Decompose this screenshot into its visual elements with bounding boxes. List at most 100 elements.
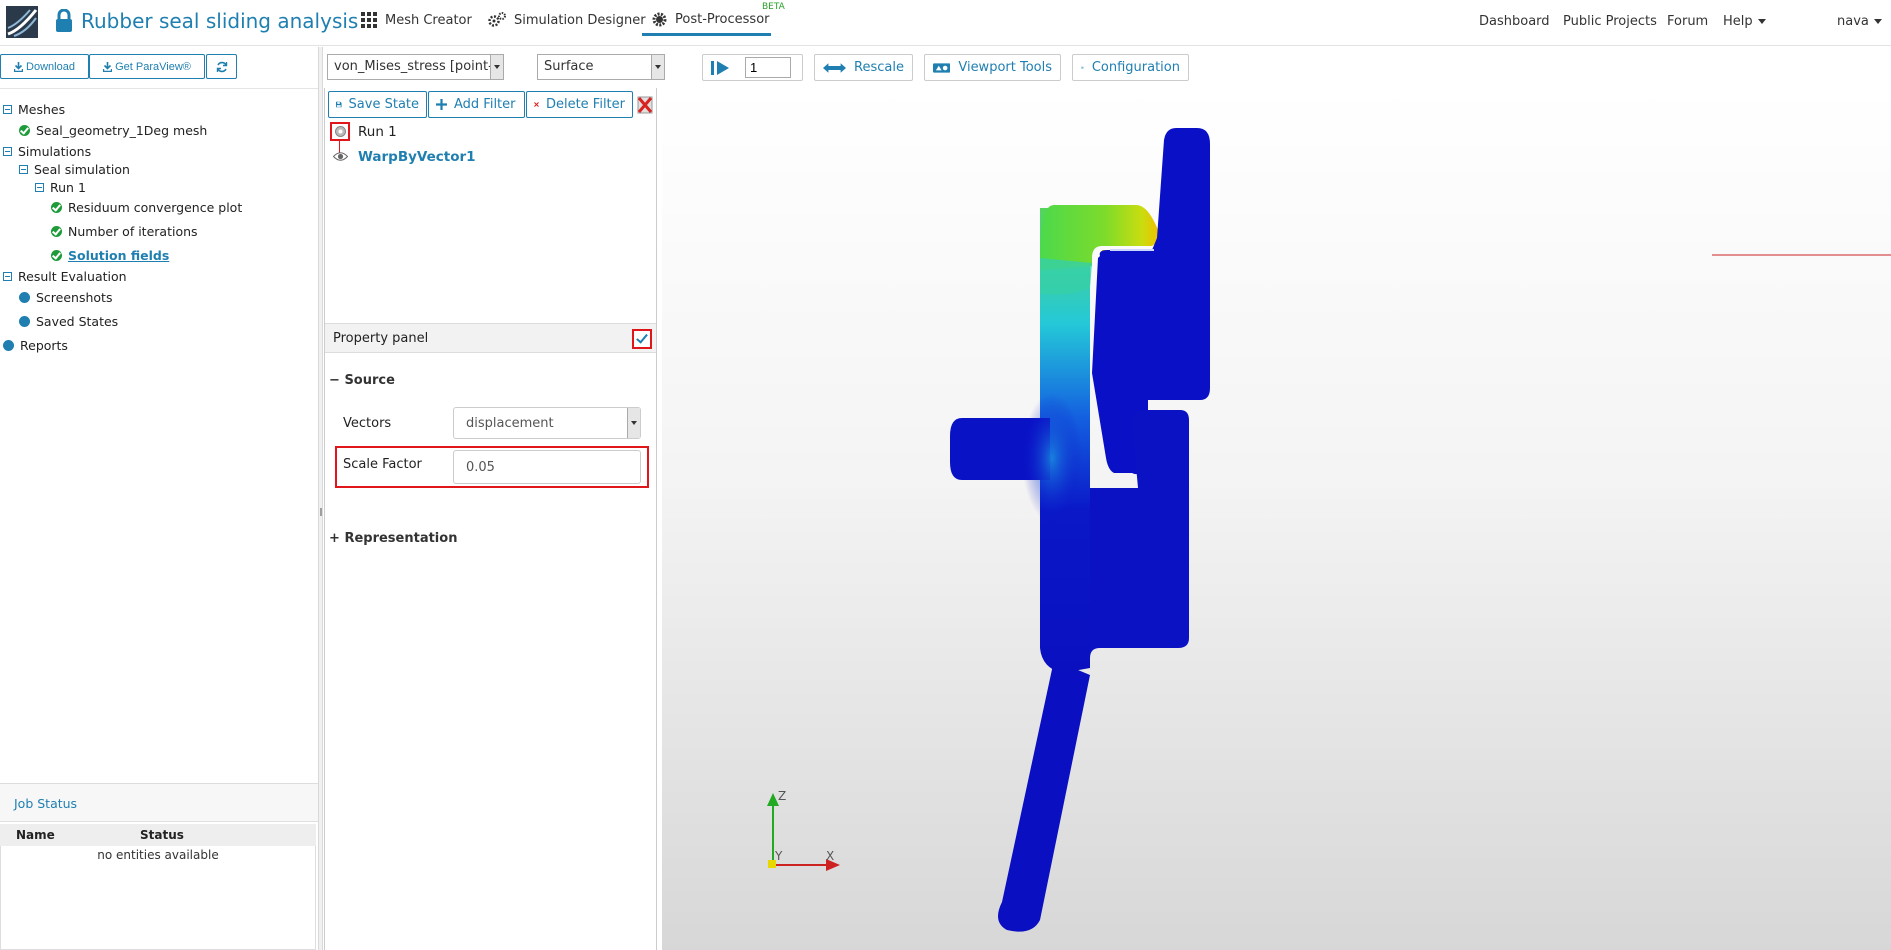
viewport-tools-button[interactable]: Viewport Tools: [924, 54, 1061, 81]
save-state-button[interactable]: Save State: [328, 91, 427, 118]
sidebar-splitter[interactable]: ‖: [318, 47, 323, 950]
nav-label: Mesh Creator: [385, 12, 472, 28]
tree-solution-fields[interactable]: Solution fields: [51, 248, 169, 263]
get-paraview-button[interactable]: Get ParaView®: [89, 54, 205, 79]
section-representation[interactable]: + Representation: [329, 531, 457, 546]
tree-label: Simulations: [18, 144, 92, 159]
viewport-tools-label: Viewport Tools: [958, 60, 1052, 75]
apply-checkbox[interactable]: [632, 329, 652, 349]
plus-icon: [436, 99, 447, 110]
render-viewport[interactable]: Z X Y: [662, 88, 1891, 950]
gear-icon[interactable]: [334, 125, 347, 138]
nav-public-projects[interactable]: Public Projects: [1563, 14, 1657, 29]
orientation-axes: Z X Y: [767, 789, 840, 871]
section-source[interactable]: − Source: [329, 373, 395, 388]
nav-forum[interactable]: Forum: [1667, 14, 1708, 29]
axis-label-y: Y: [774, 849, 783, 863]
delete-filter-button[interactable]: Delete Filter: [526, 91, 633, 118]
pipeline-item-label: Run 1: [358, 124, 397, 140]
nav-mesh-creator[interactable]: Mesh Creator: [361, 12, 472, 28]
tree-meshes[interactable]: Meshes: [3, 102, 65, 117]
app-logo-icon[interactable]: [6, 6, 38, 38]
rescale-label: Rescale: [854, 60, 904, 75]
collapse-icon[interactable]: [19, 165, 28, 174]
seal-tail: [998, 660, 1090, 932]
tree-residuum-plot[interactable]: Residuum convergence plot: [51, 200, 242, 215]
collapse-icon[interactable]: [35, 183, 44, 192]
representation-select-value: Surface: [544, 59, 594, 74]
add-filter-label: Add Filter: [454, 97, 516, 112]
nav-dashboard[interactable]: Dashboard: [1479, 14, 1550, 29]
cap-transition: [1040, 258, 1092, 295]
scale-factor-input[interactable]: 0.05: [453, 450, 641, 484]
bullet-icon: [3, 340, 14, 351]
seal-render[interactable]: Z X Y: [662, 88, 1891, 950]
tree-seal-simulation[interactable]: Seal simulation: [19, 162, 130, 177]
stress-concentration: [1022, 393, 1082, 523]
tree-label: Solution fields: [68, 248, 170, 263]
lock-icon: [56, 9, 72, 32]
check-circle-icon: [19, 125, 30, 136]
collapse-icon[interactable]: [3, 105, 12, 114]
vectors-label: Vectors: [343, 416, 392, 431]
refresh-button[interactable]: [206, 54, 237, 79]
property-panel-header: Property panel: [325, 323, 656, 353]
tree-result-evaluation[interactable]: Result Evaluation: [3, 269, 127, 284]
configuration-button[interactable]: Configuration: [1072, 54, 1189, 81]
nav-simulation-designer[interactable]: Simulation Designer: [488, 12, 646, 28]
column-header-name[interactable]: Name: [16, 828, 55, 842]
pipeline-item-run-1[interactable]: Run 1: [358, 124, 397, 140]
close-icon: [534, 102, 539, 107]
clear-filters-icon[interactable]: [636, 95, 654, 115]
tree-run-1[interactable]: Run 1: [35, 180, 86, 195]
vectors-select-value: displacement: [466, 416, 554, 431]
viewer-toolbar: von_Mises_stress [point-data] Surface Re…: [324, 47, 1891, 88]
caret-down-icon: [1757, 19, 1766, 24]
check-circle-icon: [51, 226, 62, 237]
field-select[interactable]: von_Mises_stress [point-data]: [327, 54, 504, 80]
pipeline-item-warpbyvector1[interactable]: WarpByVector1: [358, 149, 476, 165]
tree-simulations[interactable]: Simulations: [3, 144, 91, 159]
eye-icon[interactable]: [333, 151, 348, 162]
column-header-status[interactable]: Status: [140, 828, 184, 842]
nav-active-indicator: [642, 33, 771, 36]
tree-screenshots[interactable]: Screenshots: [19, 290, 112, 305]
nav-post-processor[interactable]: Post-Processor: [652, 12, 770, 27]
save-state-label: Save State: [348, 97, 419, 112]
add-filter-button[interactable]: Add Filter: [428, 91, 525, 118]
user-menu[interactable]: nava: [1837, 14, 1882, 29]
tree-mesh-item[interactable]: Seal_geometry_1Deg mesh: [19, 123, 207, 138]
job-status-table-header: Name Status: [0, 824, 316, 846]
job-status-panel: Job Status Name Status no entities avail…: [0, 783, 318, 950]
job-status-title[interactable]: Job Status: [0, 784, 318, 822]
rescale-button[interactable]: Rescale: [814, 54, 913, 81]
cog-icon: [652, 12, 667, 27]
tree-iterations[interactable]: Number of iterations: [51, 224, 198, 239]
download-icon: [14, 61, 24, 72]
tree-reports[interactable]: Reports: [3, 338, 68, 353]
download-button[interactable]: Download: [0, 54, 89, 79]
nav-help-dropdown[interactable]: Help: [1723, 14, 1766, 29]
refresh-icon: [216, 61, 227, 72]
shapes-icon: [933, 62, 951, 73]
tree-saved-states[interactable]: Saved States: [19, 314, 118, 329]
download-icon: [103, 61, 113, 72]
tree-label: Meshes: [18, 102, 66, 117]
username: nava: [1837, 14, 1869, 29]
tree-label: Seal_geometry_1Deg mesh: [36, 123, 208, 138]
tree-label: Run 1: [50, 180, 86, 195]
nav-help-label: Help: [1723, 14, 1753, 29]
top-navbar: Rubber seal sliding analysis Mesh Creato…: [0, 0, 1891, 46]
check-circle-icon: [51, 202, 62, 213]
collapse-icon[interactable]: [3, 147, 12, 156]
collapse-icon[interactable]: [3, 272, 12, 281]
bullet-icon: [19, 292, 30, 303]
vectors-select[interactable]: displacement: [453, 407, 641, 439]
empty-state-text: no entities available: [97, 848, 219, 862]
section-label: Representation: [344, 531, 458, 546]
tree-label: Screenshots: [36, 290, 113, 305]
representation-select[interactable]: Surface: [537, 54, 665, 80]
frame-input[interactable]: [745, 57, 791, 78]
tree-label: Seal simulation: [34, 162, 130, 177]
field-select-value: von_Mises_stress [point-data]: [334, 59, 503, 74]
